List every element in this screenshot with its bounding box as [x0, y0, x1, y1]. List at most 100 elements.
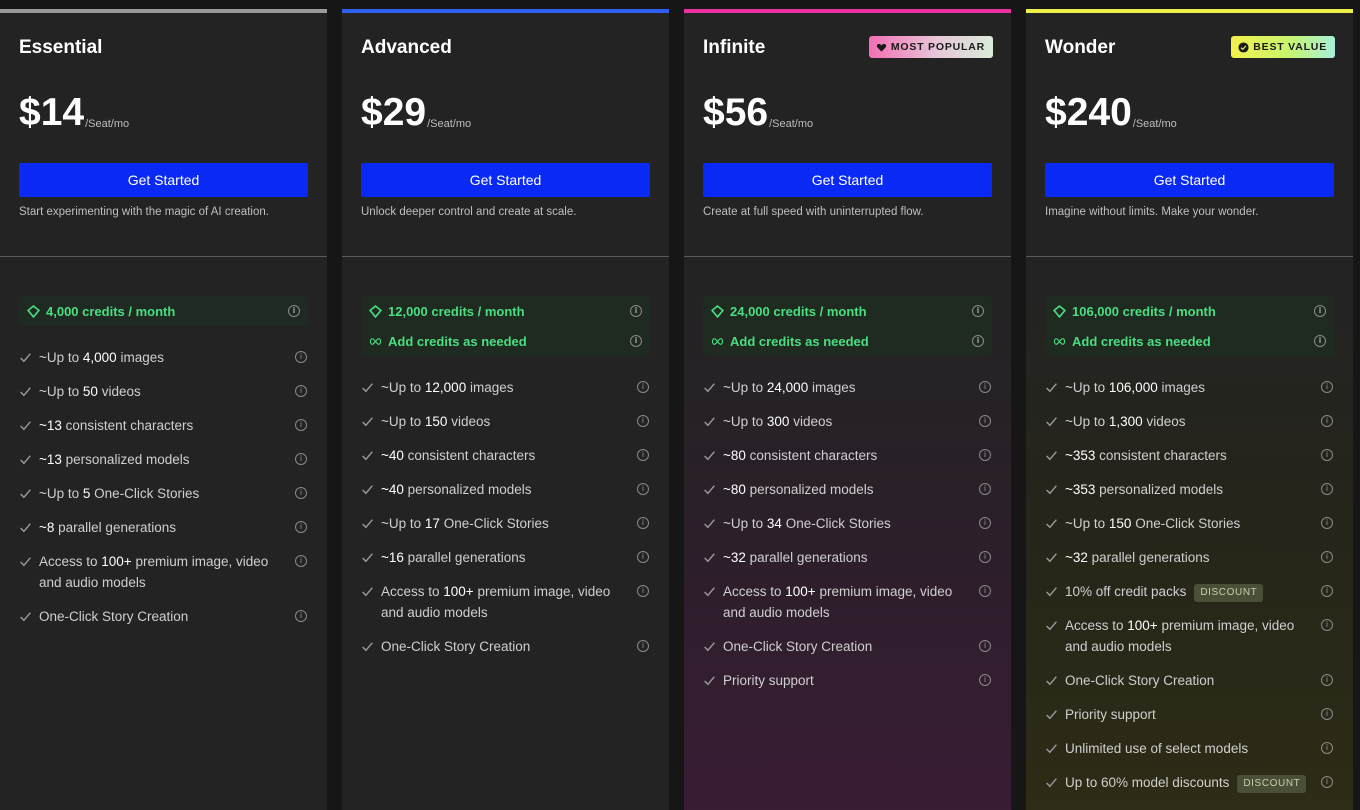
- get-started-button[interactable]: Get Started: [1045, 163, 1334, 197]
- info-icon[interactable]: i: [1321, 708, 1333, 720]
- info-icon[interactable]: i: [295, 610, 307, 622]
- info-icon[interactable]: i: [630, 335, 642, 347]
- divider: [0, 256, 327, 257]
- info-icon[interactable]: i: [1321, 585, 1333, 597]
- info-icon[interactable]: i: [972, 335, 984, 347]
- list-item: Unlimited use of select models i: [1045, 738, 1334, 759]
- get-started-button[interactable]: Get Started: [19, 163, 308, 197]
- info-icon[interactable]: i: [1321, 551, 1333, 563]
- list-item: ~40 personalized models i: [361, 479, 650, 500]
- info-icon[interactable]: i: [295, 351, 307, 363]
- add-credits-row: Add credits as needed i: [1045, 326, 1334, 356]
- get-started-button[interactable]: Get Started: [703, 163, 992, 197]
- info-icon[interactable]: i: [972, 305, 984, 317]
- list-item: ~Up to 4,000 images i: [19, 347, 308, 368]
- info-icon[interactable]: i: [1321, 742, 1333, 754]
- list-item: Access to 100+ premium image, video and …: [19, 551, 308, 593]
- list-item: ~80 personalized models i: [703, 479, 992, 500]
- info-icon[interactable]: i: [979, 640, 991, 652]
- list-item: ~Up to 150 videos i: [361, 411, 650, 432]
- check-icon: [362, 519, 373, 529]
- check-icon: [704, 676, 715, 686]
- info-icon[interactable]: i: [1321, 619, 1333, 631]
- info-icon[interactable]: i: [637, 483, 649, 495]
- price-period: /Seat/mo: [85, 118, 130, 130]
- check-icon: [362, 587, 373, 597]
- info-icon[interactable]: i: [630, 305, 642, 317]
- check-icon: [1046, 710, 1057, 720]
- plan-name: Essential: [19, 37, 103, 58]
- credits-row: 4,000 credits / month i: [19, 296, 308, 326]
- info-icon[interactable]: i: [1321, 483, 1333, 495]
- info-icon[interactable]: i: [637, 551, 649, 563]
- info-icon[interactable]: i: [979, 449, 991, 461]
- info-icon[interactable]: i: [1321, 381, 1333, 393]
- info-icon[interactable]: i: [295, 419, 307, 431]
- check-icon: [20, 612, 31, 622]
- list-item: One-Click Story Creation i: [361, 636, 650, 657]
- plan-price: $14: [19, 91, 85, 134]
- info-icon[interactable]: i: [637, 449, 649, 461]
- info-icon[interactable]: i: [1321, 415, 1333, 427]
- info-icon[interactable]: i: [979, 551, 991, 563]
- info-icon[interactable]: i: [1321, 674, 1333, 686]
- check-icon: [1046, 417, 1057, 427]
- info-icon[interactable]: i: [295, 555, 307, 567]
- list-item: ~Up to 106,000 images i: [1045, 377, 1334, 398]
- info-icon[interactable]: i: [1314, 335, 1326, 347]
- check-icon: [1046, 451, 1057, 461]
- info-icon[interactable]: i: [637, 640, 649, 652]
- check-icon: [704, 587, 715, 597]
- list-item: ~353 personalized models i: [1045, 479, 1334, 500]
- info-icon[interactable]: i: [979, 517, 991, 529]
- check-icon: [1046, 587, 1057, 597]
- gem-icon: [369, 304, 382, 318]
- list-item: 10% off credit packs DISCOUNT i: [1045, 581, 1334, 602]
- info-icon[interactable]: i: [637, 585, 649, 597]
- add-credits-row: Add credits as needed i: [703, 326, 992, 356]
- discount-badge: DISCOUNT: [1194, 584, 1264, 602]
- list-item: One-Click Story Creation i: [703, 636, 992, 657]
- add-credits-label: Add credits as needed: [1072, 333, 1211, 349]
- info-icon[interactable]: i: [295, 385, 307, 397]
- check-icon: [704, 553, 715, 563]
- plan-price: $240: [1045, 91, 1132, 134]
- info-icon[interactable]: i: [1321, 517, 1333, 529]
- check-icon: [704, 642, 715, 652]
- credits-row: 24,000 credits / month i: [703, 296, 992, 326]
- check-icon: [362, 642, 373, 652]
- info-icon[interactable]: i: [295, 453, 307, 465]
- info-icon[interactable]: i: [979, 415, 991, 427]
- info-icon[interactable]: i: [637, 381, 649, 393]
- info-icon[interactable]: i: [979, 585, 991, 597]
- gem-icon: [27, 304, 40, 318]
- list-item: ~Up to 12,000 images i: [361, 377, 650, 398]
- info-icon[interactable]: i: [1321, 449, 1333, 461]
- check-icon: [1046, 778, 1057, 788]
- info-icon[interactable]: i: [295, 487, 307, 499]
- info-icon[interactable]: i: [979, 381, 991, 393]
- info-icon[interactable]: i: [979, 674, 991, 686]
- list-item: Priority support i: [703, 670, 992, 691]
- get-started-button[interactable]: Get Started: [361, 163, 650, 197]
- list-item: ~8 parallel generations i: [19, 517, 308, 538]
- list-item: One-Click Story Creation i: [1045, 670, 1334, 691]
- check-icon: [704, 485, 715, 495]
- credits-box: 24,000 credits / month i Add credits as …: [703, 296, 992, 356]
- info-icon[interactable]: i: [288, 305, 300, 317]
- plan-description: Imagine without limits. Make your wonder…: [1045, 206, 1259, 218]
- info-icon[interactable]: i: [295, 521, 307, 533]
- list-item: Access to 100+ premium image, video and …: [703, 581, 992, 623]
- check-icon: [20, 489, 31, 499]
- info-icon[interactable]: i: [637, 415, 649, 427]
- info-icon[interactable]: i: [637, 517, 649, 529]
- credits-box: 106,000 credits / month i Add credits as…: [1045, 296, 1334, 356]
- plan-name: Wonder: [1045, 37, 1116, 58]
- check-icon: [1046, 676, 1057, 686]
- info-icon[interactable]: i: [1314, 305, 1326, 317]
- plan-price: $29: [361, 91, 427, 134]
- info-icon[interactable]: i: [1321, 776, 1333, 788]
- check-icon: [362, 417, 373, 427]
- info-icon[interactable]: i: [979, 483, 991, 495]
- list-item: ~80 consistent characters i: [703, 445, 992, 466]
